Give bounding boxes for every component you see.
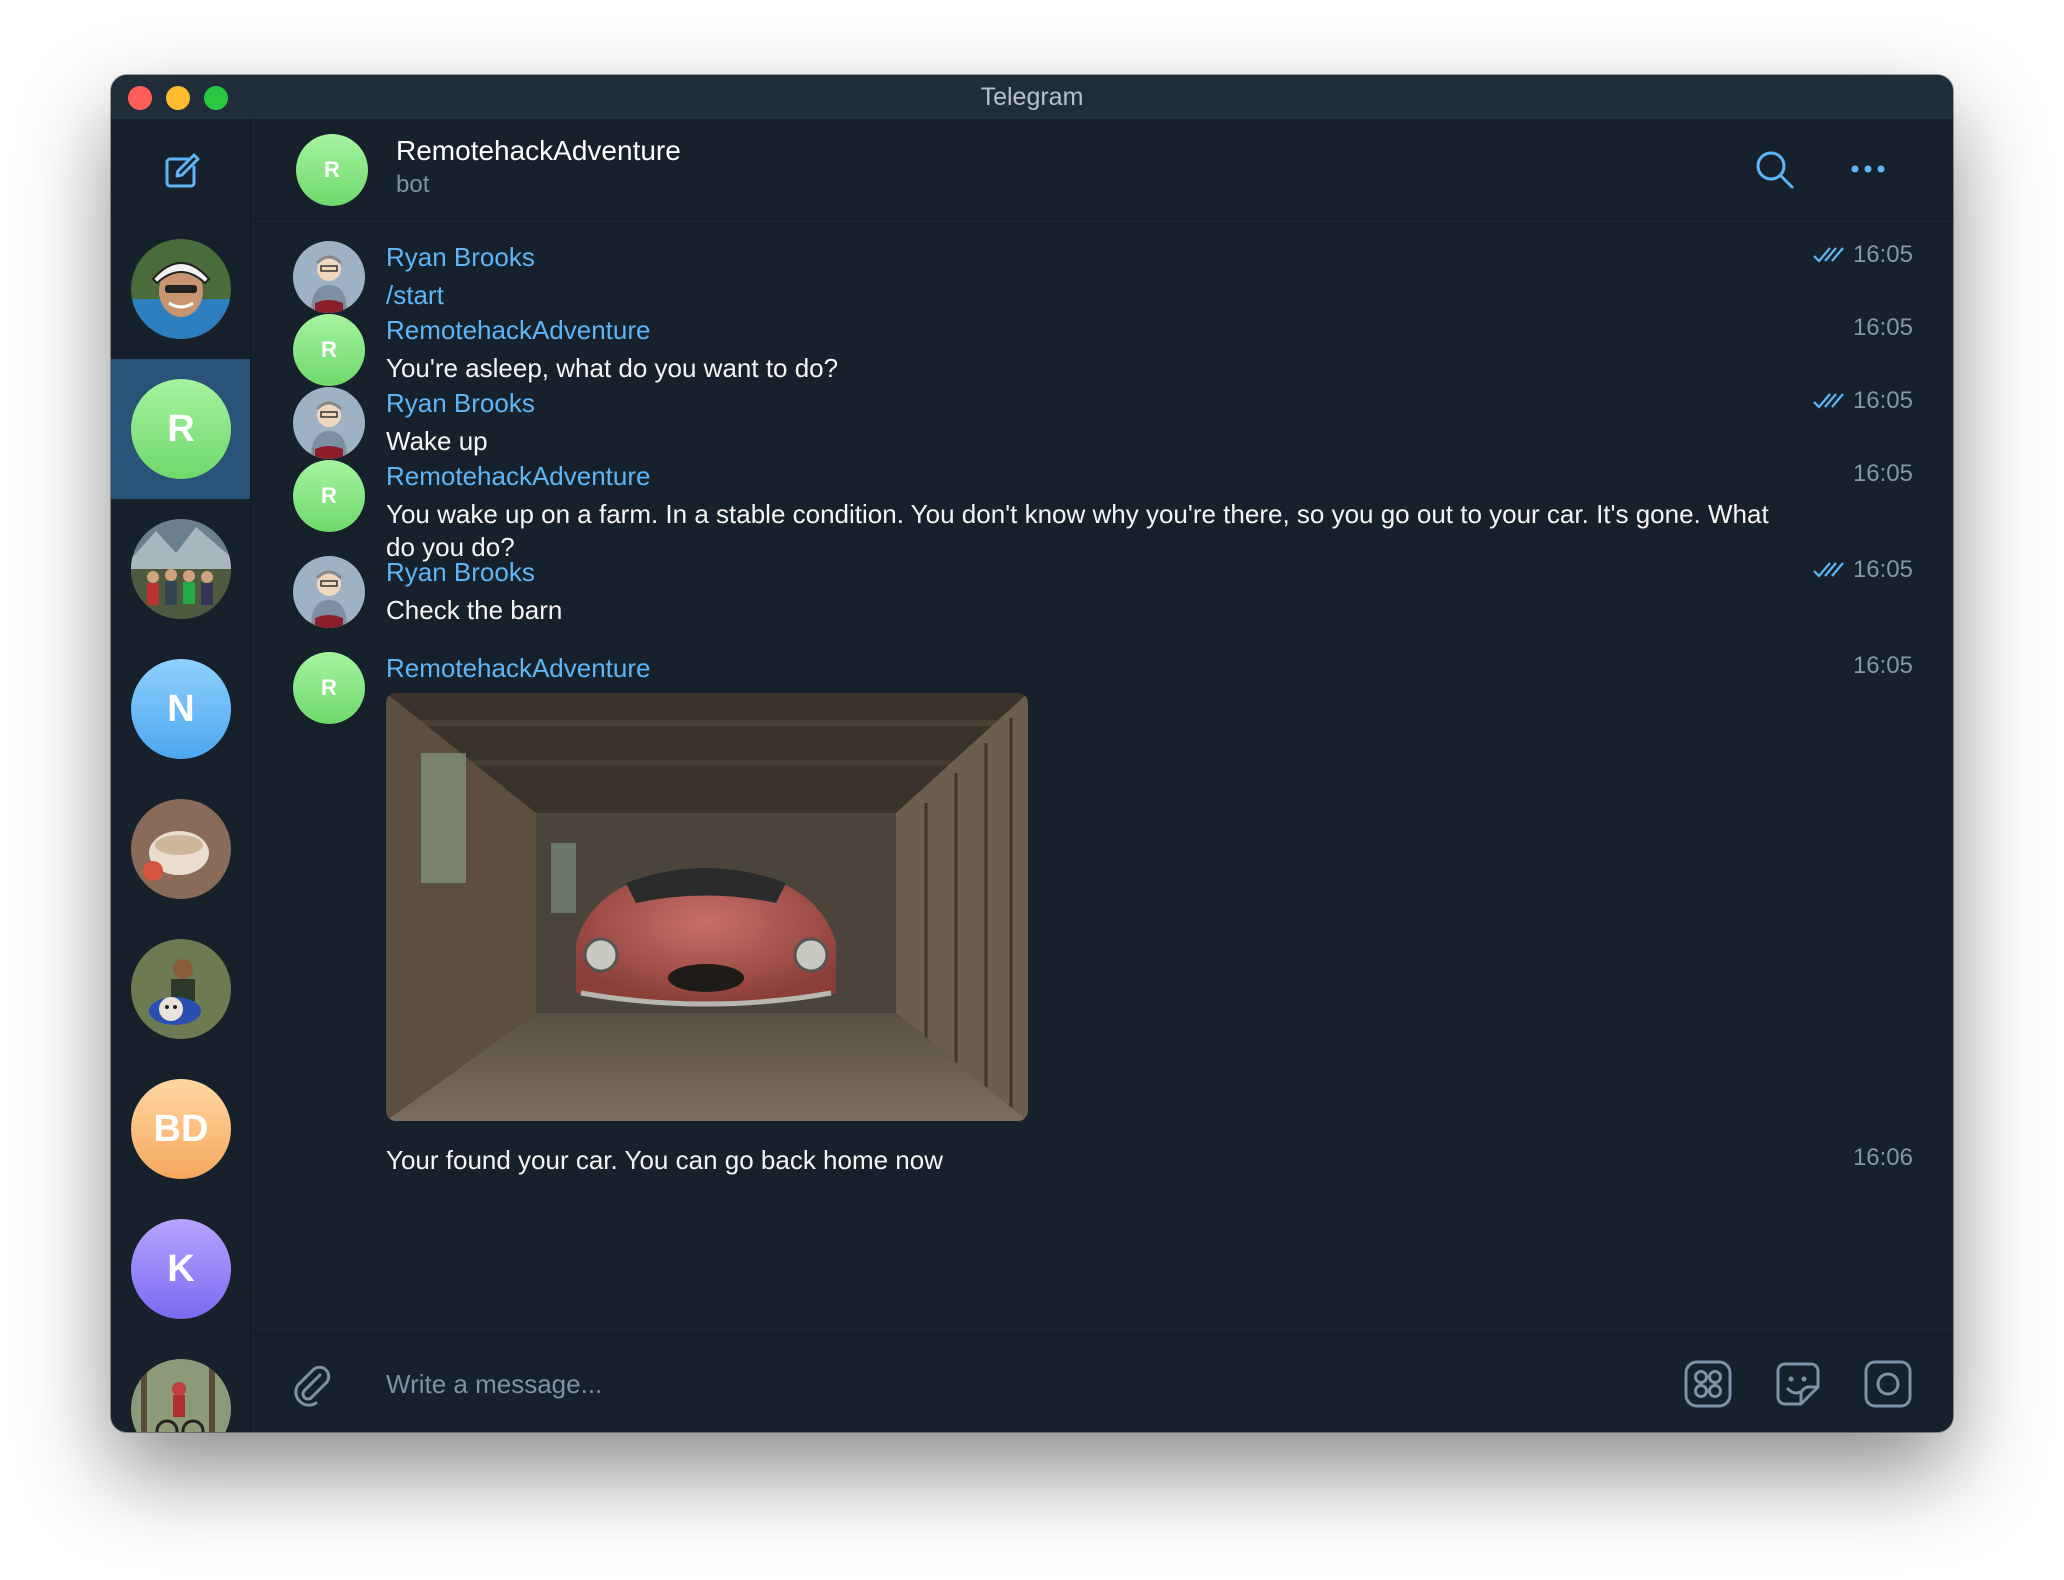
message-item[interactable]: Your found your car. You can go back hom… <box>252 1144 1953 1184</box>
zoom-window-button[interactable] <box>204 86 228 110</box>
more-icon <box>1851 165 1885 173</box>
message-time: 16:05 <box>1852 556 1913 583</box>
compose-icon <box>165 153 200 188</box>
double-check-icon <box>1813 393 1844 409</box>
sender-avatar[interactable] <box>293 387 365 459</box>
sender-avatar[interactable]: R <box>293 460 365 532</box>
header-avatar[interactable]: R <box>296 134 368 206</box>
message-time: 16:05 <box>1852 241 1913 268</box>
chat-item-2[interactable]: R <box>111 359 250 499</box>
attach-button[interactable] <box>288 1361 334 1407</box>
chat-avatar-photo-5 <box>131 1359 231 1432</box>
message-text[interactable]: /start <box>386 279 1803 312</box>
search-button[interactable] <box>1751 146 1797 192</box>
chat-avatar-photo-4 <box>131 939 231 1039</box>
chat-title[interactable]: RemotehackAdventure <box>396 135 681 167</box>
message-meta: 16:05 <box>1813 387 1913 415</box>
chat-item-1[interactable] <box>111 219 250 359</box>
message-time: 16:05 <box>1852 387 1913 414</box>
message-time: 16:05 <box>1852 460 1913 487</box>
sender-name[interactable]: Ryan Brooks <box>386 557 535 588</box>
window-title: Telegram <box>980 82 1084 111</box>
sender-name[interactable]: RemotehackAdventure <box>386 653 650 684</box>
message-meta: 16:05 <box>1853 652 1913 680</box>
message-time: 16:05 <box>1852 652 1913 679</box>
chat-avatar-photo-1 <box>131 239 231 339</box>
sender-avatar[interactable] <box>293 241 365 313</box>
title-bar: Telegram <box>111 75 1953 119</box>
sender-avatar[interactable]: R <box>293 652 365 724</box>
chat-subtitle: bot <box>396 171 430 198</box>
message-text[interactable]: You're asleep, what do you want to do? <box>386 352 1803 385</box>
message-time: 16:05 <box>1852 314 1913 341</box>
message-meta: 16:06 <box>1853 1144 1913 1172</box>
sender-name[interactable]: RemotehackAdventure <box>386 315 650 346</box>
message-composer <box>252 1334 1953 1432</box>
message-text[interactable]: Check the barn <box>386 594 1803 627</box>
chat-item-3[interactable] <box>111 499 250 639</box>
message-meta: 16:05 <box>1853 314 1913 342</box>
bot-commands-icon <box>1684 1360 1732 1408</box>
message-meta: 16:05 <box>1813 556 1913 584</box>
barn-car-photo[interactable] <box>386 693 1028 1121</box>
record-button[interactable] <box>1863 1359 1913 1409</box>
chat-item-6[interactable] <box>111 919 250 1059</box>
chat-item-7[interactable]: BD <box>111 1059 250 1199</box>
sender-name[interactable]: Ryan Brooks <box>386 242 535 273</box>
sender-name[interactable]: RemotehackAdventure <box>386 461 650 492</box>
sticker-icon <box>1776 1362 1820 1406</box>
chat-avatar-k: K <box>131 1219 231 1319</box>
chat-avatar-bd: BD <box>131 1079 231 1179</box>
message-time: 16:06 <box>1852 1144 1913 1171</box>
double-check-icon <box>1813 247 1844 263</box>
message-text[interactable]: Wake up <box>386 425 1803 458</box>
message-item[interactable]: Ryan Brooks Wake up 16:05 <box>252 387 1953 467</box>
message-item[interactable]: R RemotehackAdventure You're asleep, wha… <box>252 314 1953 394</box>
message-item[interactable]: R RemotehackAdventure 16:05 <box>252 652 1953 1132</box>
record-icon <box>1864 1360 1912 1408</box>
chat-avatar-photo-3 <box>131 799 231 899</box>
compose-button[interactable] <box>158 149 204 195</box>
chat-header[interactable]: R RemotehackAdventure bot <box>252 119 1953 219</box>
chat-avatar-photo-2 <box>131 519 231 619</box>
message-text[interactable]: Your found your car. You can go back hom… <box>386 1144 1803 1177</box>
sender-avatar[interactable] <box>293 556 365 628</box>
close-window-button[interactable] <box>128 86 152 110</box>
message-item[interactable]: Ryan Brooks /start 16:05 <box>252 241 1953 321</box>
chat-list-sidebar: R N BD K <box>111 119 251 1432</box>
message-meta: 16:05 <box>1813 241 1913 269</box>
search-icon <box>1756 151 1794 189</box>
message-meta: 16:05 <box>1853 460 1913 488</box>
chat-item-5[interactable] <box>111 779 250 919</box>
message-text[interactable]: You wake up on a farm. In a stable condi… <box>386 498 1803 564</box>
double-check-icon <box>1813 562 1844 578</box>
sender-name[interactable]: Ryan Brooks <box>386 388 535 419</box>
chat-item-8[interactable]: K <box>111 1199 250 1339</box>
more-button[interactable] <box>1845 146 1891 192</box>
sticker-button[interactable] <box>1773 1359 1823 1409</box>
app-window: Telegram R N BD K R RemotehackAdventure … <box>111 75 1953 1432</box>
sender-avatar[interactable]: R <box>293 314 365 386</box>
message-item[interactable]: Ryan Brooks Check the barn 16:05 <box>252 556 1953 636</box>
chat-panel: R RemotehackAdventure bot Ryan Brooks /s… <box>252 119 1953 1432</box>
chat-item-4[interactable]: N <box>111 639 250 779</box>
message-input[interactable] <box>386 1359 1486 1409</box>
chat-avatar-remotehackadventure: R <box>131 379 231 479</box>
chat-avatar-n: N <box>131 659 231 759</box>
bot-commands-button[interactable] <box>1683 1359 1733 1409</box>
window-controls <box>128 86 228 110</box>
minimize-window-button[interactable] <box>166 86 190 110</box>
message-list[interactable]: Ryan Brooks /start 16:05 R RemotehackAdv… <box>252 220 1953 1334</box>
chat-item-9[interactable] <box>111 1339 250 1432</box>
paperclip-icon <box>294 1365 331 1407</box>
